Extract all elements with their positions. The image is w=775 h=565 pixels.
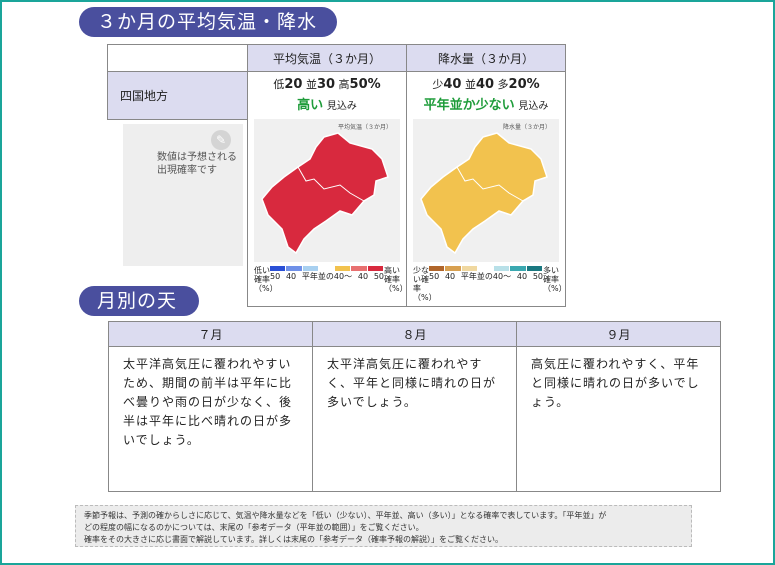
temp-probabilities: 低20 並30 高50% <box>273 77 381 92</box>
legend-swatch <box>461 266 477 271</box>
section-title-3month: ３か月の平均気温・降水量 <box>79 7 337 63</box>
legend-swatch <box>477 266 494 271</box>
precip-legend-right: 多い確率（%） <box>543 266 567 293</box>
temp-legend-swatches <box>270 266 384 271</box>
legend-swatch <box>510 266 526 271</box>
precip-map-title: 降水量（３か月） <box>502 124 551 131</box>
legend-swatch <box>335 266 351 271</box>
legend-swatch <box>351 266 367 271</box>
legend-swatch <box>494 266 510 271</box>
legend-swatch <box>445 266 461 271</box>
section-title-monthly: 月別の天候 <box>79 286 199 342</box>
temp-verdict: 高い 見込み <box>297 98 357 113</box>
shikoku-shape-temp <box>261 132 389 255</box>
precip-verdict: 平年並か少ない 見込み <box>423 98 549 113</box>
probability-note: ✎ 数値は予想される 出現確率です <box>123 124 243 266</box>
footnote: 季節予報は、予測の確からしさに応じて、気温や降水量などを「低い（少ない）、平年並… <box>75 505 692 547</box>
note-text: 数値は予想される 出現確率です <box>157 152 237 176</box>
temp-legend: 低い確率（%） 50 40 平年並の40～ 40 50 高い確率（%） <box>254 266 408 293</box>
precip-header: 降水量（３か月） <box>406 44 566 72</box>
precip-map: 降水量（３か月） <box>413 119 559 262</box>
temp-legend-left: 低い確率（%） <box>254 266 278 293</box>
shikoku-map-temp <box>261 132 389 255</box>
legend-swatch <box>367 266 383 271</box>
precip-cell: 少40 並40 多20% 平年並か少ない 見込み 降水量（３か月） 少ない確率（… <box>406 71 567 307</box>
month-text-sep: 高気圧に覆われやすく、平年と同様に晴れの日が多いでしょう。 <box>516 346 721 492</box>
table-corner <box>107 44 248 72</box>
month-header-sep: ９月 <box>516 321 721 347</box>
month-text-jul: 太平洋高気圧に覆われやすいため、期間の前半は平年に比べ曇りや雨の日が少なく、後半… <box>108 346 313 492</box>
temp-map-title: 平均気温（３か月） <box>337 124 392 131</box>
temp-cell: 低20 並30 高50% 高い 見込み 平均気温（３か月） 低い確率（%） 50… <box>247 71 408 307</box>
precip-probabilities: 少40 並40 多20% <box>432 77 540 92</box>
monthly-table: ７月 ８月 ９月 太平洋高気圧に覆われやすいため、期間の前半は平年に比べ曇りや雨… <box>108 321 721 492</box>
temp-map: 平均気温（３か月） <box>254 119 400 262</box>
shikoku-map-precip <box>420 132 548 255</box>
precip-legend-swatches <box>429 266 543 271</box>
month-header-jul: ７月 <box>108 321 313 347</box>
pencil-icon: ✎ <box>211 130 231 150</box>
temp-legend-right: 高い確率（%） <box>384 266 408 293</box>
legend-swatch <box>526 266 542 271</box>
legend-swatch <box>318 266 335 271</box>
temp-header: 平均気温（３か月） <box>247 44 407 72</box>
precip-legend-left: 少ない確率（%） <box>413 266 437 302</box>
legend-swatch <box>302 266 318 271</box>
legend-swatch <box>286 266 302 271</box>
month-text-aug: 太平洋高気圧に覆われやすく、平年と同様に晴れの日が多いでしょう。 <box>312 346 517 492</box>
shikoku-shape-precip <box>420 132 548 255</box>
region-label: 四国地方 <box>107 71 248 120</box>
legend-swatch <box>270 266 286 271</box>
precip-legend: 少ない確率（%） 50 40 平年並の40～ 40 50 多い確率（%） <box>413 266 567 302</box>
legend-swatch <box>429 266 445 271</box>
month-header-aug: ８月 <box>312 321 517 347</box>
